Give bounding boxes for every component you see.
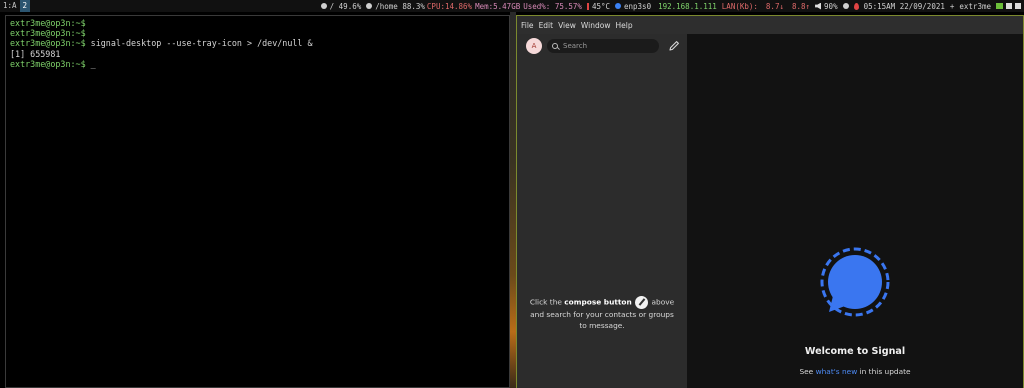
tray-add[interactable]: + <box>950 2 955 11</box>
volume-level: 90% <box>824 1 838 11</box>
disk-home-widget: /home 88.3% <box>366 2 425 11</box>
signal-logo-icon <box>820 247 890 317</box>
network-icon <box>615 3 621 9</box>
cpu-usage: CPU:14.86% <box>426 1 473 11</box>
whats-new-link[interactable]: what's new <box>816 367 858 376</box>
disk-root-usage: / 49.6% <box>329 1 362 11</box>
lan-label: LAN(Kb): <box>721 1 758 11</box>
avatar[interactable]: A <box>526 38 542 54</box>
shell-prompt: extr3me@op3n:~$ <box>10 18 86 28</box>
menu-window[interactable]: Window <box>580 21 611 30</box>
menu-bar: File Edit View Window Help <box>517 16 1023 34</box>
disk-root-widget: / 49.6% <box>320 1 362 11</box>
menu-file[interactable]: File <box>520 21 534 30</box>
lan-download: 8.7↓ <box>765 1 784 11</box>
whats-new-post: in this update <box>857 367 911 376</box>
compose-button[interactable] <box>667 39 681 53</box>
status-bar: 1:A 2 / 49.6% /home 88.3% CPU:14.86% Mem… <box>0 0 1024 12</box>
shell-command: signal-desktop --use-tray-icon > /dev/nu… <box>85 38 313 49</box>
disk-home-usage: /home 88.3% <box>375 1 425 11</box>
terminal-line: extr3me@op3n:~$ <box>10 28 505 38</box>
workspace-1[interactable]: 1:A <box>0 0 20 12</box>
shell-prompt: extr3me@op3n:~$ <box>10 28 86 39</box>
search-input[interactable]: Search <box>547 39 659 53</box>
username: extr3me <box>959 1 991 11</box>
update-widget[interactable] <box>842 3 849 9</box>
search-icon <box>552 43 558 49</box>
temperature-value: 45°C <box>591 1 610 11</box>
disk-icon <box>320 3 327 9</box>
terminal-window[interactable]: extr3me@op3n:~$ extr3me@op3n:~$ extr3me@… <box>5 15 510 388</box>
update-icon <box>842 3 849 9</box>
network-interface-widget: enp3s0 <box>615 2 651 11</box>
welcome-title: Welcome to Signal <box>804 346 906 357</box>
workspace-2[interactable]: 2 <box>19 0 31 12</box>
whats-new-text: See what's new in this update <box>687 367 1023 376</box>
conversation-sidebar: A Search Click the compose button above … <box>517 34 687 388</box>
tray-icons <box>996 3 1021 9</box>
thermometer-icon <box>586 2 589 10</box>
power-tray-icon[interactable] <box>1015 3 1021 9</box>
disk-icon <box>366 3 373 9</box>
terminal-line: extr3me@op3n:~$ _ <box>10 59 505 69</box>
search-placeholder: Search <box>563 42 588 50</box>
whats-new-pre: See <box>799 367 816 376</box>
shell-prompt: extr3me@op3n:~$ <box>10 58 86 69</box>
signal-window: File Edit View Window Help A Search Clic… <box>516 15 1024 388</box>
volume-widget[interactable]: 90% <box>815 2 838 11</box>
temperature-widget: 45°C <box>586 1 610 11</box>
empty-text-bold: compose button <box>564 297 632 307</box>
terminal-line: extr3me@op3n:~$ <box>10 18 505 28</box>
workspace-switcher: 1:A 2 <box>0 0 31 12</box>
terminal-line: extr3me@op3n:~$ signal-desktop --use-tra… <box>10 38 505 48</box>
menu-help[interactable]: Help <box>614 21 632 30</box>
welcome-pane: Welcome to Signal See what's new in this… <box>687 34 1023 388</box>
network-tray-icon[interactable] <box>996 3 1003 9</box>
clock: 05:15AM 22/09/2021 <box>863 1 945 11</box>
empty-text-pre: Click the <box>529 297 565 307</box>
signal-tray-icon[interactable] <box>1006 3 1012 9</box>
lan-upload: 8.8↑ <box>791 1 811 11</box>
menu-view[interactable]: View <box>557 21 576 30</box>
menu-edit[interactable]: Edit <box>538 21 554 30</box>
shell-prompt: extr3me@op3n:~$ <box>10 38 86 49</box>
empty-state-text: Click the compose button above and searc… <box>527 296 677 331</box>
compose-pencil-icon <box>669 41 679 51</box>
ip-address: 192.168.1.111 <box>658 1 717 11</box>
compose-inline-icon <box>635 296 649 309</box>
speaker-icon <box>815 2 822 10</box>
status-widgets: / 49.6% /home 88.3% CPU:14.86% Mem:5.47G… <box>316 2 1024 11</box>
terminal-line: [1] 655981 <box>10 49 505 59</box>
job-output: [1] 655981 <box>10 48 61 59</box>
terminal-cursor: _ <box>85 58 96 69</box>
interface-name: enp3s0 <box>624 1 652 11</box>
notification-widget[interactable] <box>853 2 859 10</box>
droplet-icon <box>853 2 859 10</box>
memory-used-percent: Used%: 75.57% <box>523 1 582 11</box>
memory-usage: Mem:5.47GB <box>475 1 521 11</box>
